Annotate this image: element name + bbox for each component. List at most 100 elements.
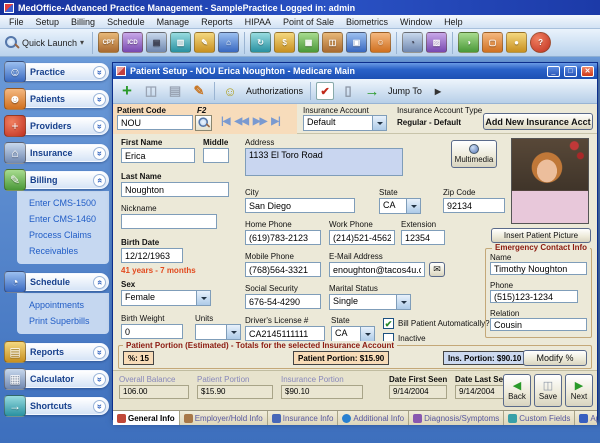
- menu-file[interactable]: File: [4, 16, 29, 28]
- minimize-button[interactable]: _: [547, 66, 560, 77]
- maximize-button[interactable]: □: [564, 66, 577, 77]
- menu-schedule[interactable]: Schedule: [102, 16, 150, 28]
- mobile-phone-input[interactable]: [245, 262, 321, 277]
- claims-grid-icon[interactable]: ▦: [298, 32, 319, 53]
- menu-manage[interactable]: Manage: [152, 16, 195, 28]
- tab-employer-hold-info[interactable]: Employer/Hold Info: [180, 411, 268, 425]
- window-frame-icon[interactable]: ▢: [482, 32, 503, 53]
- menu-point-of-sale[interactable]: Point of Sale: [278, 16, 339, 28]
- insurance-account-select[interactable]: Default: [303, 115, 387, 131]
- tab-general-info[interactable]: General Info: [113, 411, 180, 425]
- emergency-relation-input[interactable]: [490, 318, 587, 331]
- expand-chevron-icon[interactable]: »: [93, 346, 106, 359]
- sidebar-link-appointments[interactable]: Appointments: [29, 297, 109, 313]
- menu-window[interactable]: Window: [395, 16, 437, 28]
- authorizations-icon[interactable]: ☺: [220, 81, 240, 101]
- back-button[interactable]: ◀ Back: [503, 374, 531, 407]
- sidebar-item-insurance[interactable]: ⌂ Insurance »: [17, 144, 109, 162]
- next-record-button[interactable]: ▶▶: [253, 116, 266, 127]
- sidebar-item-billing[interactable]: ✎ Billing »: [17, 171, 109, 189]
- expand-chevron-icon[interactable]: »: [93, 400, 106, 413]
- sidebar-link-process-claims[interactable]: Process Claims: [29, 227, 109, 243]
- send-email-button[interactable]: ✉: [429, 262, 445, 277]
- previous-record-button[interactable]: ◀◀: [235, 116, 248, 127]
- sidebar-item-shortcuts[interactable]: → Shortcuts »: [17, 397, 109, 415]
- practice-building-icon[interactable]: ⌂: [218, 32, 239, 53]
- ssn-input[interactable]: [245, 294, 321, 309]
- save-button[interactable]: ◫ Save: [534, 374, 562, 407]
- employee-icon[interactable]: ☺: [370, 32, 391, 53]
- sidebar-link-receivables[interactable]: Receivables: [29, 243, 109, 259]
- units-select[interactable]: [195, 324, 241, 340]
- expand-chevron-icon[interactable]: »: [93, 120, 106, 133]
- quick-launch-label[interactable]: Quick Launch: [22, 38, 77, 48]
- sidebar-item-patients[interactable]: ☻ Patients »: [17, 90, 109, 108]
- sidebar-item-reports[interactable]: ▤ Reports »: [17, 343, 109, 361]
- more-arrow-icon[interactable]: ▶: [428, 81, 448, 101]
- help-icon[interactable]: ?: [530, 32, 551, 53]
- tab-additional-info[interactable]: Additional Info: [338, 411, 409, 425]
- menu-reports[interactable]: Reports: [196, 16, 238, 28]
- statistics-icon[interactable]: ◑: [458, 32, 479, 53]
- sidebar-item-calculator[interactable]: ▦ Calculator »: [17, 370, 109, 388]
- sidebar-item-practice[interactable]: ☺ Practice »: [17, 63, 109, 81]
- emergency-phone-input[interactable]: [490, 290, 578, 303]
- email-input[interactable]: [329, 262, 425, 277]
- menu-help[interactable]: Help: [439, 16, 468, 28]
- birth-weight-input[interactable]: [121, 324, 183, 339]
- sidebar-link-enter-cms-1460[interactable]: Enter CMS-1460: [29, 211, 109, 227]
- jump-to-label[interactable]: Jump To: [388, 86, 422, 96]
- license-state-select[interactable]: CA: [331, 326, 375, 342]
- first-name-input[interactable]: [121, 148, 195, 163]
- work-phone-input[interactable]: [329, 230, 395, 245]
- first-record-button[interactable]: |◀: [221, 116, 230, 127]
- patient-id-card-icon[interactable]: ▤: [146, 32, 167, 53]
- security-lock-icon[interactable]: ●: [506, 32, 527, 53]
- birth-date-input[interactable]: [121, 248, 183, 263]
- verify-clipboard-icon[interactable]: ✔: [316, 82, 334, 100]
- middle-input[interactable]: [203, 148, 229, 163]
- tab-custom-fields[interactable]: Custom Fields: [504, 411, 575, 425]
- bill-automatically-checkbox[interactable]: ✔ Bill Patient Automatically?: [383, 318, 490, 329]
- nickname-input[interactable]: [121, 214, 217, 229]
- home-phone-input[interactable]: [245, 230, 321, 245]
- edit-icon[interactable]: ✎: [189, 81, 209, 101]
- multimedia-button[interactable]: Multimedia: [451, 140, 497, 168]
- city-input[interactable]: [245, 198, 355, 213]
- transfer-monitor-icon[interactable]: ↻: [250, 32, 271, 53]
- credentials-icon[interactable]: ✎: [194, 32, 215, 53]
- print-icon[interactable]: ▤: [165, 81, 185, 101]
- audit-calendar-icon[interactable]: ▨: [426, 32, 447, 53]
- patient-search-button[interactable]: [195, 115, 212, 131]
- expand-chevron-icon[interactable]: »: [93, 373, 106, 386]
- next-button[interactable]: ▶ Next: [565, 374, 593, 407]
- quick-launch-caret-icon[interactable]: ▾: [80, 38, 84, 47]
- sidebar-item-schedule[interactable]: ◔ Schedule »: [17, 273, 109, 291]
- authorizations-label[interactable]: Authorizations: [246, 86, 303, 96]
- inventory-icon[interactable]: ◫: [322, 32, 343, 53]
- address-input[interactable]: 1133 El Toro Road: [245, 148, 403, 176]
- extension-input[interactable]: [401, 230, 445, 245]
- menu-biometrics[interactable]: Biometrics: [341, 16, 393, 28]
- expand-chevron-icon[interactable]: »: [93, 66, 106, 79]
- collapse-chevron-icon[interactable]: »: [93, 276, 106, 289]
- menu-setup[interactable]: Setup: [31, 16, 65, 28]
- collapse-chevron-icon[interactable]: »: [93, 174, 106, 187]
- icd-codes-icon[interactable]: ICD: [122, 32, 143, 53]
- last-name-input[interactable]: [121, 182, 229, 197]
- sidebar-link-print-superbills[interactable]: Print Superbills: [29, 313, 109, 329]
- zip-input[interactable]: [443, 198, 505, 213]
- lab-monitor-icon[interactable]: ▥: [170, 32, 191, 53]
- jump-to-icon[interactable]: →: [362, 81, 382, 101]
- add-patient-icon[interactable]: +: [117, 81, 137, 101]
- payments-icon[interactable]: $: [274, 32, 295, 53]
- tab-appointments[interactable]: Appointments: [575, 411, 597, 425]
- save-icon[interactable]: ◫: [141, 81, 161, 101]
- menu-billing[interactable]: Billing: [66, 16, 100, 28]
- point-of-sale-icon[interactable]: ▣: [346, 32, 367, 53]
- state-select[interactable]: CA: [379, 198, 421, 214]
- sidebar-item-providers[interactable]: + Providers »: [17, 117, 109, 135]
- close-button[interactable]: ✕: [581, 66, 594, 77]
- emergency-name-input[interactable]: [490, 262, 587, 275]
- drivers-license-input[interactable]: [245, 326, 325, 341]
